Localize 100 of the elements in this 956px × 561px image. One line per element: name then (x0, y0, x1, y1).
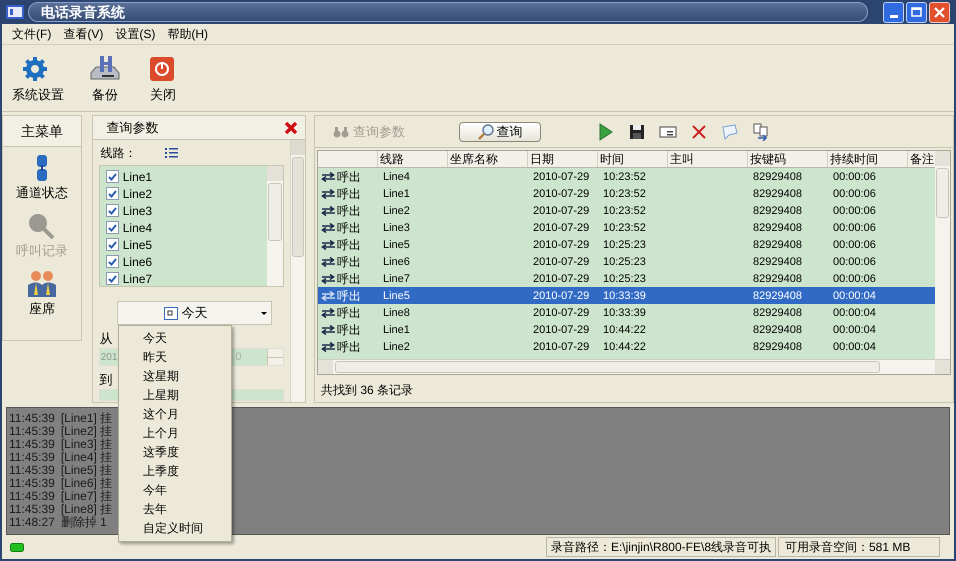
toolbar-button[interactable]: 备份 (86, 55, 124, 103)
main-menu-tab[interactable]: 主菜单 (3, 116, 81, 147)
menu-item[interactable]: 设置(S) (115, 25, 156, 43)
table-cell-text: 呼出 (337, 169, 361, 186)
table-cell-text: 10:25:23 (602, 254, 647, 270)
column-header[interactable]: 持续时间 (828, 151, 908, 167)
table-row[interactable]: 呼出 Line1 2010-07-29 10:23:52 82929408 00:00:06 (318, 185, 936, 202)
menu-item[interactable]: 这季度 (119, 443, 231, 462)
table-cell-text: Line4 (382, 170, 411, 185)
checkbox[interactable] (106, 204, 119, 217)
menu-item[interactable]: 查看(V) (63, 25, 104, 43)
table-cell-text: 2010-07-29 (532, 238, 590, 253)
table-cell-text: 呼出 (337, 322, 361, 339)
column-header[interactable]: 日期 (528, 151, 598, 167)
toolbar-button[interactable]: 关闭 (144, 55, 182, 103)
table-cell-text: 呼出 (337, 186, 361, 203)
play-button[interactable] (597, 122, 615, 140)
toolbar-button[interactable]: 系统设置 (10, 55, 66, 103)
table-row[interactable]: 呼出 Line5 2010-07-29 10:25:23 82929408 00:00:06 (318, 236, 936, 253)
maximize-button[interactable] (906, 2, 927, 22)
menu-item[interactable]: 上个月 (119, 424, 231, 443)
column-header[interactable]: 主叫 (668, 151, 748, 167)
status-led-icon (10, 542, 24, 552)
menu-item[interactable]: 这星期 (119, 367, 231, 386)
list-icon (164, 148, 178, 158)
checkbox[interactable] (106, 255, 119, 268)
table-row[interactable]: 呼出 Line2 2010-07-29 10:23:52 82929408 00:00:06 (318, 202, 936, 219)
table-row[interactable]: 呼出 Line3 2010-07-29 10:23:52 82929408 00:00:06 (318, 219, 936, 236)
menu-item[interactable]: 上季度 (119, 462, 231, 481)
table-cell-text: 00:00:04 (832, 306, 877, 321)
scrollbar[interactable] (935, 151, 950, 359)
direction-arrows-icon (321, 189, 336, 199)
checkbox-label: Line7 (122, 270, 152, 288)
log-message: [Line8] 挂 (60, 503, 112, 516)
checkbox[interactable] (106, 187, 119, 200)
save-button[interactable] (628, 122, 646, 140)
nav-item[interactable]: 座席 (3, 265, 81, 321)
table-cell-text: 00:00:06 (832, 254, 877, 270)
table-cell-text: 2010-07-29 (532, 220, 590, 236)
menu-item[interactable]: 今年 (119, 481, 231, 500)
log-time: 11:45:39 (9, 425, 55, 438)
nav-item[interactable]: 通道状态 (3, 149, 81, 205)
table-cell-text: 82929408 (752, 238, 803, 253)
scrollbar[interactable] (290, 140, 305, 402)
table-cell-text: Line1 (382, 186, 411, 202)
table-cell-text: 10:33:39 (602, 288, 647, 304)
delete-button[interactable] (690, 122, 708, 140)
column-header[interactable]: 线路 (378, 151, 448, 167)
status-panel: 录音路径：E:\jinjin\R800-FE\8线录音可执 (546, 537, 776, 557)
log-message: [Line6] 挂 (60, 477, 112, 490)
log-time: 11:45:39 (9, 438, 55, 451)
menu-item[interactable]: 这个月 (119, 405, 231, 424)
table-cell-text: 00:00:06 (832, 238, 877, 253)
direction-arrows-icon (321, 223, 336, 233)
table-cell-text: Line3 (382, 220, 411, 236)
table-row[interactable]: 呼出 Line1 2010-07-29 10:44:22 82929408 00:00:04 (318, 321, 936, 338)
log-time: 11:45:39 (9, 477, 55, 490)
period-dropdown[interactable]: 今天 (116, 301, 272, 325)
window-title: 电话录音系统 (41, 2, 125, 22)
column-header[interactable]: 时间 (598, 151, 668, 167)
table-cell-text: 82929408 (752, 340, 803, 355)
table-cell-text: 00:00:06 (832, 204, 877, 219)
menu-item[interactable]: 自定义时间 (119, 519, 231, 538)
table-row[interactable]: 呼出 Line6 2010-07-29 10:25:23 82929408 00:00:06 (318, 253, 936, 270)
table-row[interactable]: 呼出 Line4 2010-07-29 10:23:52 82929408 00:00:06 (318, 168, 936, 185)
menu-item[interactable]: 昨天 (119, 348, 231, 367)
table-cell-text: 82929408 (752, 288, 803, 304)
query-button[interactable]: 查询 (459, 122, 541, 142)
table-row[interactable]: 呼出 Line5 2010-07-29 10:33:39 82929408 00:00:04 (318, 287, 936, 304)
column-header[interactable]: 坐席名称 (448, 151, 528, 167)
table-cell-text: 82929408 (752, 306, 803, 321)
menu-item[interactable]: 今天 (119, 329, 231, 348)
scrollbar[interactable] (266, 166, 283, 286)
table-cell-text: 呼出 (337, 237, 361, 254)
copy-arrow-button[interactable] (752, 122, 770, 140)
table-cell-text: 2010-07-29 (532, 306, 590, 321)
log-time: 11:45:39 (9, 464, 55, 477)
close-panel-button[interactable] (283, 120, 299, 136)
close-button[interactable] (929, 2, 950, 22)
scrollbar[interactable] (318, 359, 950, 374)
table-cell-text: 00:00:04 (832, 288, 877, 304)
table-cell-text: Line5 (382, 288, 411, 304)
column-header[interactable]: 按键码 (748, 151, 828, 167)
checkbox[interactable] (106, 170, 119, 183)
checkbox[interactable] (106, 221, 119, 234)
log-time: 11:45:39 (9, 412, 55, 425)
table-row[interactable]: 呼出 Line7 2010-07-29 10:25:23 82929408 00:00:06 (318, 270, 936, 287)
table-row[interactable]: 呼出 Line2 2010-07-29 10:44:22 82929408 00:00:04 (318, 338, 936, 355)
menu-item[interactable]: 去年 (119, 500, 231, 519)
table-cell-text: 82929408 (752, 254, 803, 270)
menu-item[interactable]: 文件(F) (12, 25, 52, 43)
checkbox[interactable] (106, 238, 119, 251)
checkbox[interactable] (106, 272, 119, 285)
menu-item[interactable]: 帮助(H) (167, 25, 208, 43)
table-cell-text: 10:33:39 (602, 306, 647, 321)
table-row[interactable]: 呼出 Line8 2010-07-29 10:33:39 82929408 00:00:04 (318, 304, 936, 321)
menu-item[interactable]: 上星期 (119, 386, 231, 405)
table-cell-text: 82929408 (752, 204, 803, 219)
minimize-button[interactable] (883, 2, 904, 22)
table-cell-text: 2010-07-29 (532, 322, 590, 338)
